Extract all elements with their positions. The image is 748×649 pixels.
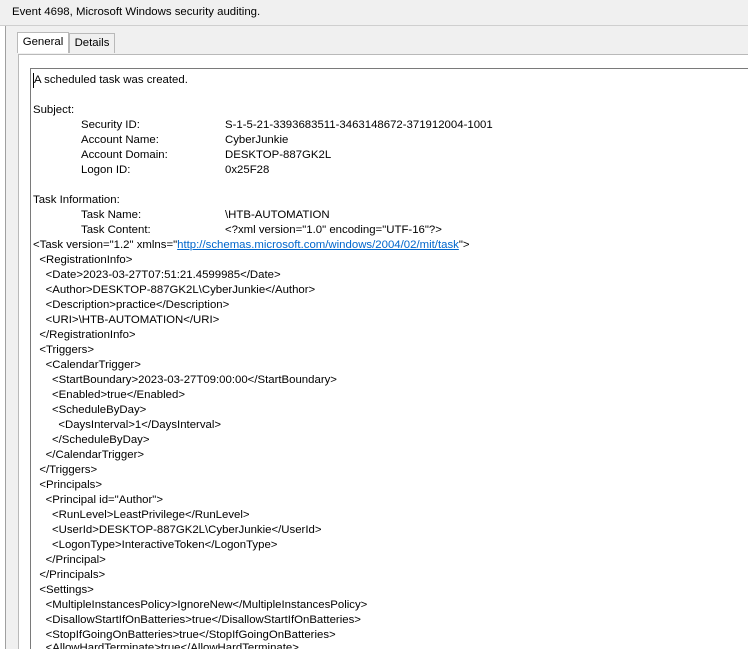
- security-id-value: S-1-5-21-3393683511-3463148672-371912004…: [225, 119, 493, 131]
- event-description: A scheduled task was created.: [34, 74, 188, 86]
- xml-line: <Settings>: [33, 584, 94, 596]
- event-title-bar: Event 4698, Microsoft Windows security a…: [0, 0, 748, 26]
- xml-line: <Principal id="Author">: [33, 494, 163, 506]
- xml-line: <Date>2023-03-27T07:51:21.4599985</Date>: [33, 269, 281, 281]
- tab-general[interactable]: General: [17, 32, 69, 53]
- subject-heading: Subject:: [33, 104, 75, 116]
- xml-line: <DaysInterval>1</DaysInterval>: [33, 419, 222, 431]
- xml-line: </ScheduleByDay>: [33, 434, 150, 446]
- xml-line: </Triggers>: [33, 464, 98, 476]
- xml-line: <StartBoundary>2023-03-27T09:00:00</Star…: [33, 374, 337, 386]
- xml-task-open: <Task version="1.2" xmlns="http://schema…: [33, 238, 470, 253]
- task-name-label: Task Name:: [81, 209, 142, 221]
- xml-task-open-prefix: <Task version="1.2" xmlns=": [33, 239, 178, 251]
- xml-declaration: <?xml version="1.0" encoding="UTF-16"?>: [225, 224, 442, 236]
- security-id-label: Security ID:: [81, 119, 140, 131]
- task-name-value: \HTB-AUTOMATION: [225, 209, 330, 221]
- account-domain-value: DESKTOP-887GK2L: [225, 149, 332, 161]
- xml-namespace-link[interactable]: http://schemas.microsoft.com/windows/200…: [177, 239, 459, 251]
- account-domain-label: Account Domain:: [81, 149, 168, 161]
- xml-line: <Enabled>true</Enabled>: [33, 389, 185, 401]
- xml-line: <RegistrationInfo>: [33, 254, 133, 266]
- xml-line: </RegistrationInfo>: [33, 329, 136, 341]
- xml-task-open-suffix: ">: [458, 239, 470, 251]
- xml-line: </Principal>: [33, 554, 106, 566]
- xml-line: </CalendarTrigger>: [33, 449, 145, 461]
- xml-line: <LogonType>InteractiveToken</LogonType>: [33, 539, 278, 551]
- xml-line: <ScheduleByDay>: [33, 404, 147, 416]
- xml-line: <CalendarTrigger>: [33, 359, 141, 371]
- task-info-heading: Task Information:: [33, 194, 120, 206]
- logon-id-value: 0x25F28: [225, 164, 270, 176]
- xml-line: <Description>practice</Description>: [33, 299, 230, 311]
- task-content-label: Task Content:: [81, 224, 151, 236]
- xml-line: </Principals>: [33, 569, 106, 581]
- xml-line: <MultipleInstancesPolicy>IgnoreNew</Mult…: [33, 599, 368, 611]
- xml-line-partial: <AllowHardTerminate>true</AllowHardTermi…: [33, 642, 299, 649]
- account-name-label: Account Name:: [81, 134, 159, 146]
- xml-line: <URI>\HTB-AUTOMATION</URI>: [33, 314, 220, 326]
- xml-line: <DisallowStartIfOnBatteries>true</Disall…: [33, 614, 361, 626]
- xml-line: <Principals>: [33, 479, 103, 491]
- xml-line: <UserId>DESKTOP-887GK2L\CyberJunkie</Use…: [33, 524, 322, 536]
- event-title: Event 4698, Microsoft Windows security a…: [12, 6, 261, 18]
- xml-line: <Author>DESKTOP-887GK2L\CyberJunkie</Aut…: [33, 284, 316, 296]
- xml-line: <RunLevel>LeastPrivilege</RunLevel>: [33, 509, 250, 521]
- xml-line: <Triggers>: [33, 344, 94, 356]
- logon-id-label: Logon ID:: [81, 164, 131, 176]
- tab-details[interactable]: Details: [69, 33, 115, 53]
- account-name-value: CyberJunkie: [225, 134, 289, 146]
